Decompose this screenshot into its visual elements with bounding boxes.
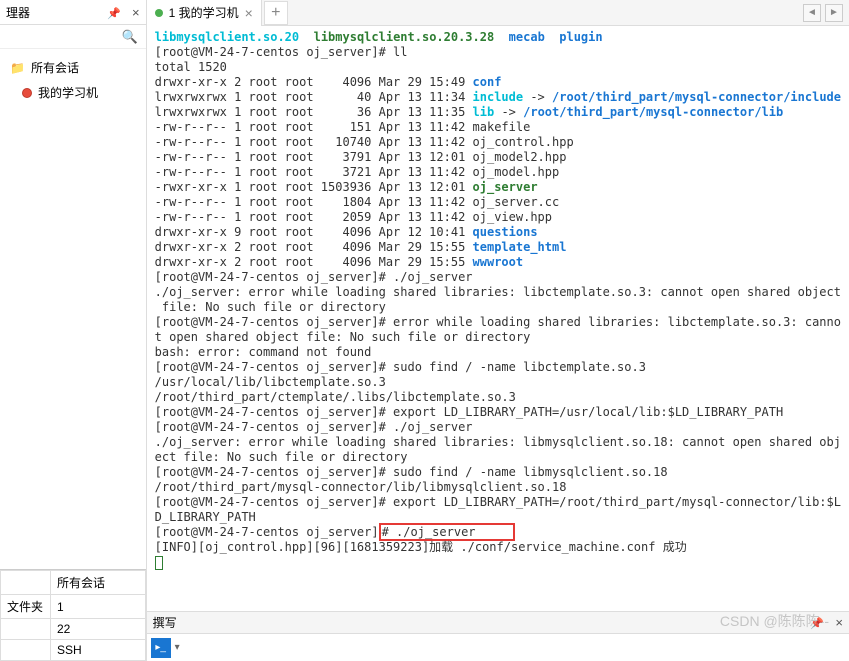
term-text: /root/third_part/mysql-connector/include [552, 90, 841, 104]
term-text: drwxr-xr-x 2 root root 4096 Mar 29 15:55 [155, 255, 473, 269]
nav-left-button[interactable]: ◄ [803, 4, 821, 22]
session-node[interactable]: 我的学习机 [4, 80, 142, 105]
table-row: 22 [1, 619, 146, 640]
term-text: -rwxr-xr-x 1 root root 1503936 Apr 13 12… [155, 180, 473, 194]
term-text: /root/third_part/mysql-connector/lib [523, 105, 783, 119]
term-text: /root/third_part/ctemplate/.libs/libctem… [155, 390, 516, 404]
term-text: -rw-r--r-- 1 root root 3721 Apr 13 11:42… [155, 165, 560, 179]
term-text: include [473, 90, 524, 104]
term-text: /root/third_part/mysql-connector/lib/lib… [155, 480, 567, 494]
search-icon[interactable]: 🔍 [121, 29, 137, 45]
compose-terminal-icon[interactable]: ▸_ [151, 638, 171, 658]
cell-label: 文件夹 [1, 595, 51, 619]
compose-label: 撰写 [153, 614, 177, 631]
term-text: [root@VM-24-7-centos oj_server] [155, 525, 379, 539]
term-text: -rw-r--r-- 1 root root 10740 Apr 13 11:4… [155, 135, 574, 149]
cell-label [1, 619, 51, 640]
close-icon[interactable]: × [835, 615, 843, 630]
term-text: /usr/local/lib/libctemplate.so.3 [155, 375, 386, 389]
all-sessions-node[interactable]: 📁 所有会话 [4, 55, 142, 80]
compose-header: 撰写 📌 × [147, 611, 849, 633]
tab-status-icon [155, 9, 163, 17]
table-row: 文件夹1 [1, 595, 146, 619]
tab-add-button[interactable]: + [264, 1, 288, 25]
terminal-panel: 1 我的学习机 × + ◄ ► libmysqlclient.so.20 lib… [147, 0, 849, 661]
term-text: ./oj_server: error while loading shared … [155, 285, 841, 299]
term-text: [root@VM-24-7-centos oj_server]# ll [155, 45, 408, 59]
session-manager-panel: 理器 📌 × 🔍 📁 所有会话 我的学习机 所有会话 文件夹1 22 [0, 0, 147, 661]
term-text: [root@VM-24-7-centos oj_server]# error w… [155, 315, 841, 329]
term-text: lrwxrwxrwx 1 root root 40 Apr 13 11:34 [155, 90, 473, 104]
table-row: SSH [1, 640, 146, 661]
terminal-cursor [155, 556, 163, 570]
term-text: libmysqlclient.so.20.3.28 [314, 30, 495, 44]
session-status-icon [22, 88, 32, 98]
term-text: libmysqlclient.so.20 [155, 30, 300, 44]
session-info-table: 所有会话 文件夹1 22 SSH [0, 569, 146, 661]
term-text: drwxr-xr-x 2 root root 4096 Mar 29 15:49 [155, 75, 473, 89]
term-text: [root@VM-24-7-centos oj_server]# sudo fi… [155, 360, 646, 374]
cell-value: SSH [51, 640, 146, 661]
panel-header: 理器 📌 × [0, 0, 146, 25]
session-tree: 📁 所有会话 我的学习机 [0, 49, 146, 569]
term-text: # ./oj_server [382, 525, 476, 539]
close-icon[interactable]: × [132, 5, 140, 20]
col-header: 所有会话 [51, 571, 146, 595]
term-text: lrwxrwxrwx 1 root root 36 Apr 13 11:35 [155, 105, 473, 119]
term-text: [root@VM-24-7-centos oj_server]# export … [155, 495, 841, 509]
term-text: [root@VM-24-7-centos oj_server]# sudo fi… [155, 465, 668, 479]
term-text: [root@VM-24-7-centos oj_server]# ./oj_se… [155, 270, 473, 284]
term-text: [root@VM-24-7-centos oj_server]# export … [155, 405, 784, 419]
folder-icon: 📁 [10, 61, 25, 75]
term-text: [root@VM-24-7-centos oj_server]# ./oj_se… [155, 420, 473, 434]
pin-icon[interactable]: 📌 [107, 8, 121, 20]
term-text: -rw-r--r-- 1 root root 3791 Apr 13 12:01… [155, 150, 567, 164]
cell-value: 1 [51, 595, 146, 619]
term-text: -> [494, 105, 523, 119]
term-text: lib [473, 105, 495, 119]
term-text: total 1520 [155, 60, 227, 74]
term-text: drwxr-xr-x 9 root root 4096 Apr 12 10:41 [155, 225, 473, 239]
term-text: -> [523, 90, 552, 104]
term-text: questions [473, 225, 538, 239]
term-text: bash: error: command not found [155, 345, 372, 359]
term-text: wwwroot [473, 255, 524, 269]
term-text: t open shared object file: No such file … [155, 330, 531, 344]
chevron-down-icon[interactable]: ▾ [175, 642, 180, 653]
terminal-output[interactable]: libmysqlclient.so.20 libmysqlclient.so.2… [147, 26, 849, 611]
term-text: ect file: No such file or directory [155, 450, 408, 464]
compose-input[interactable] [184, 641, 845, 655]
tree-label: 我的学习机 [38, 84, 98, 101]
term-text: oj_server [473, 180, 538, 194]
nav-right-button[interactable]: ► [825, 4, 843, 22]
tab-close-icon[interactable]: × [245, 5, 253, 21]
term-text: plugin [559, 30, 602, 44]
table-row: 所有会话 [1, 571, 146, 595]
term-text: -rw-r--r-- 1 root root 2059 Apr 13 11:42… [155, 210, 552, 224]
term-text: D_LIBRARY_PATH [155, 510, 256, 524]
tab-bar: 1 我的学习机 × + ◄ ► [147, 0, 849, 26]
term-text: template_html [473, 240, 567, 254]
cell-label [1, 640, 51, 661]
term-text: mecab [509, 30, 545, 44]
tree-label: 所有会话 [31, 59, 79, 76]
search-row: 🔍 [0, 25, 146, 49]
term-text: file: No such file or directory [155, 300, 386, 314]
term-text: [INFO][oj_control.hpp][96][1681359223]加载… [155, 540, 687, 554]
compose-area: ▸_ ▾ [147, 633, 849, 661]
term-text: drwxr-xr-x 2 root root 4096 Mar 29 15:55 [155, 240, 473, 254]
term-text: -rw-r--r-- 1 root root 1804 Apr 13 11:42… [155, 195, 560, 209]
term-text: conf [473, 75, 502, 89]
pin-icon[interactable]: 📌 [810, 618, 824, 630]
term-text: ./oj_server: error while loading shared … [155, 435, 841, 449]
highlighted-command: # ./oj_server [379, 523, 515, 541]
term-text: -rw-r--r-- 1 root root 151 Apr 13 11:42 … [155, 120, 531, 134]
tab-label: 1 我的学习机 [169, 4, 239, 21]
cell-value: 22 [51, 619, 146, 640]
tab-active[interactable]: 1 我的学习机 × [147, 0, 262, 26]
panel-title: 理器 [6, 4, 30, 21]
